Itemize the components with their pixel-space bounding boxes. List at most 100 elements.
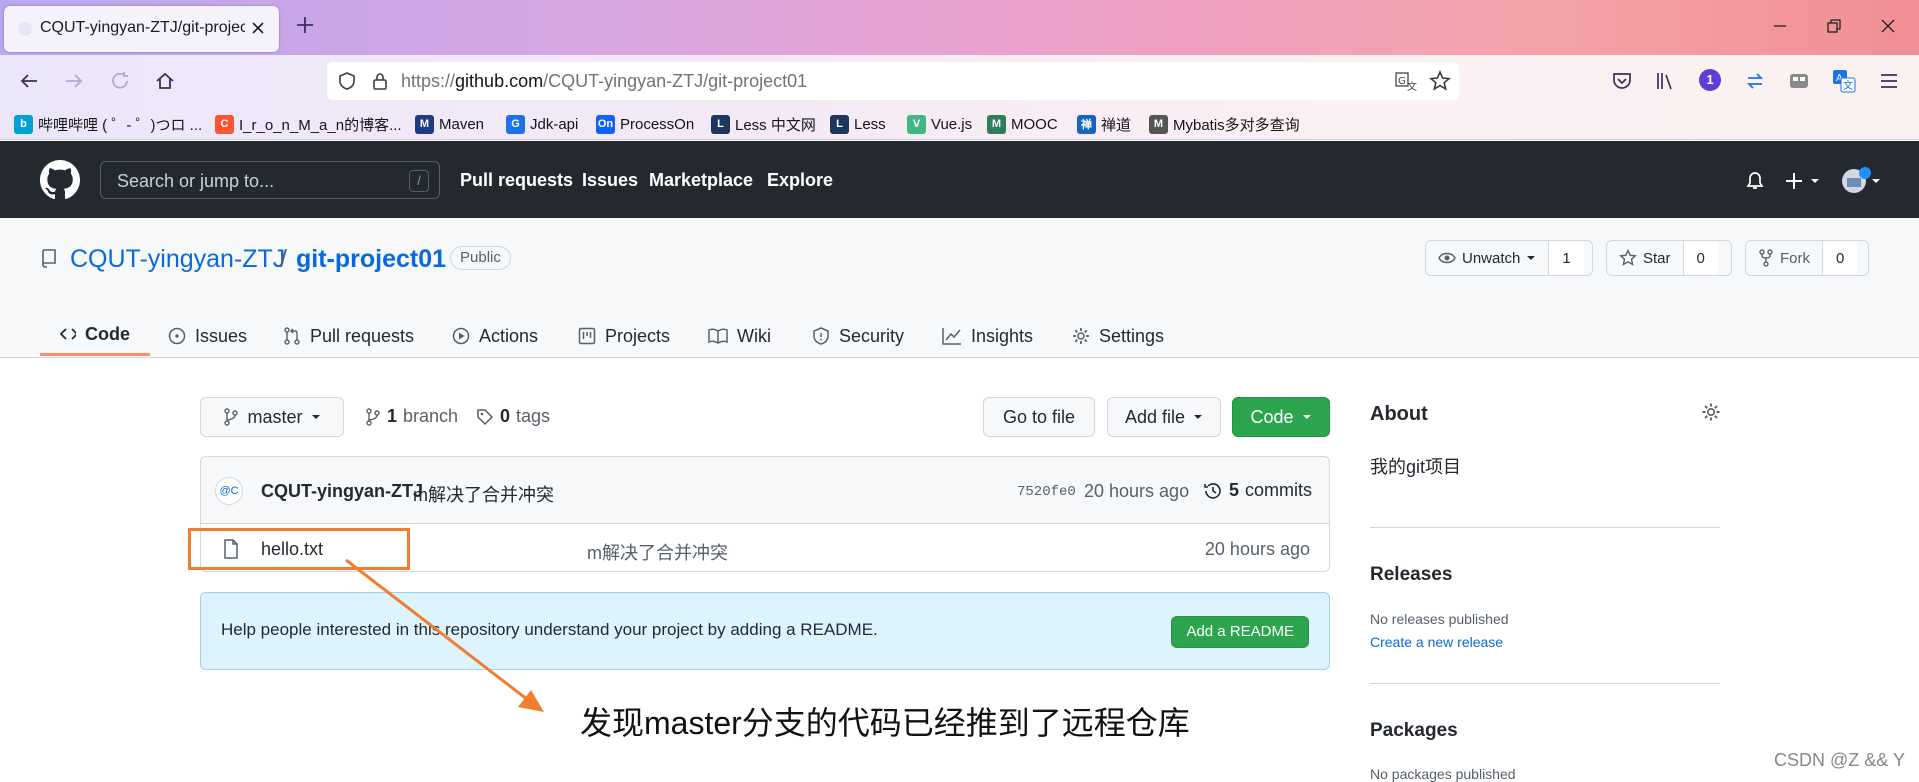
add-readme-button[interactable]: Add a README: [1171, 616, 1309, 648]
tab-security-label: Security: [839, 325, 905, 346]
tag-word: tags: [516, 406, 551, 426]
file-commit-time: 20 hours ago: [1204, 539, 1310, 559]
project-icon: [578, 327, 596, 345]
tab-actions[interactable]: Actions: [452, 315, 538, 357]
restore-icon[interactable]: [1826, 18, 1842, 34]
sync-icon[interactable]: [1744, 70, 1766, 92]
packages-heading[interactable]: Packages: [1370, 720, 1458, 742]
notifications-bell-icon[interactable]: [1744, 170, 1766, 192]
fork-label: Fork: [1780, 249, 1810, 267]
csdn-icon: C: [215, 114, 234, 134]
bookmark-star-icon[interactable]: [1429, 70, 1451, 92]
commits-history-link[interactable]: 5 commits: [1203, 480, 1312, 501]
branches-link[interactable]: 1 branch: [365, 406, 458, 427]
bookmark-item[interactable]: On ProcessOn: [596, 113, 694, 135]
issue-icon: [168, 327, 186, 345]
new-tab-icon[interactable]: [295, 15, 315, 35]
create-new-plus-icon[interactable]: [1784, 170, 1822, 192]
repo-name-link[interactable]: git-project01: [296, 245, 446, 274]
nav-pull-requests[interactable]: Pull requests: [460, 170, 573, 191]
tab-code[interactable]: Code: [40, 315, 150, 356]
forward-icon[interactable]: [63, 70, 85, 92]
repo-path-separator: /: [280, 245, 287, 273]
pull-request-icon: [284, 327, 300, 345]
close-tab-icon[interactable]: [251, 21, 265, 35]
bookmark-item[interactable]: V Vue.js: [907, 113, 972, 135]
repo-description: 我的git项目: [1370, 457, 1462, 477]
less-icon: L: [711, 114, 730, 134]
tab-issues[interactable]: Issues: [168, 315, 247, 357]
home-icon[interactable]: [154, 70, 176, 92]
tab-settings-label: Settings: [1099, 325, 1165, 346]
tab-issues-label: Issues: [195, 325, 248, 346]
extension-icon[interactable]: [1788, 70, 1810, 92]
nav-issues[interactable]: Issues: [582, 170, 638, 191]
commit-message-link[interactable]: m解决了合并冲突: [413, 481, 554, 507]
tab-projects[interactable]: Projects: [578, 315, 670, 357]
bookmark-item[interactable]: 禅禅道: [1077, 113, 1131, 135]
tab-wiki[interactable]: Wiki: [708, 315, 771, 357]
translate-icon[interactable]: G文: [1395, 71, 1417, 91]
tags-link[interactable]: 0 tags: [476, 406, 550, 427]
tab-insights[interactable]: Insights: [942, 315, 1033, 357]
pocket-icon[interactable]: [1611, 70, 1633, 92]
user-avatar-menu[interactable]: [1840, 166, 1882, 196]
tracking-shield-icon[interactable]: [337, 71, 357, 91]
sidebar-divider: [1370, 527, 1720, 528]
menu-icon[interactable]: [1878, 70, 1900, 92]
bookmark-item[interactable]: M Mybatis多对多查询: [1149, 113, 1300, 135]
tab-pull-requests[interactable]: Pull requests: [283, 315, 414, 357]
about-settings-gear-icon[interactable]: [1701, 402, 1721, 422]
releases-heading[interactable]: Releases: [1370, 564, 1452, 586]
graph-icon: [942, 328, 961, 345]
bookmark-item[interactable]: L Less 中文网: [711, 113, 816, 135]
commit-author-link[interactable]: CQUT-yingyan-ZTJ: [261, 481, 423, 502]
back-icon[interactable]: [18, 70, 40, 92]
nav-explore[interactable]: Explore: [767, 170, 833, 191]
url-path: /CQUT-yingyan-ZTJ/git-project01: [543, 71, 808, 91]
bookmark-item[interactable]: b 哔哩哔哩 ( ゜- ゜)つロ ...: [14, 113, 202, 135]
bookmark-item[interactable]: L Less: [830, 113, 886, 135]
star-button[interactable]: Star 0: [1606, 240, 1732, 276]
unwatch-button[interactable]: Unwatch 1: [1425, 240, 1593, 276]
url-text: https://github.com/CQUT-yingyan-ZTJ/git-…: [401, 71, 807, 92]
tab-wiki-label: Wiki: [737, 325, 771, 346]
tab-settings[interactable]: Settings: [1072, 315, 1164, 357]
book-icon: [708, 328, 728, 344]
library-icon[interactable]: [1655, 70, 1677, 92]
translate-extension-icon[interactable]: A文: [1832, 69, 1856, 93]
bookmark-item[interactable]: G Jdk-api: [506, 113, 578, 135]
tab-security[interactable]: Security: [812, 315, 904, 357]
bookmark-item[interactable]: C I_r_o_n_M_a_n的博客...: [215, 113, 402, 135]
add-file-button[interactable]: Add file: [1107, 397, 1221, 437]
latest-commit-bar: @C CQUT-yingyan-ZTJ m解决了合并冲突 7520fe0 20 …: [201, 457, 1329, 524]
commit-sha-link[interactable]: 7520fe0: [1017, 484, 1076, 500]
vue-icon: V: [907, 114, 926, 134]
fork-button[interactable]: Fork 0: [1745, 240, 1869, 276]
repo-owner-link[interactable]: CQUT-yingyan-ZTJ: [70, 245, 285, 274]
account-icon[interactable]: 1: [1699, 69, 1721, 91]
branch-word: branch: [403, 406, 459, 426]
tab-insights-label: Insights: [971, 325, 1034, 346]
minimize-icon[interactable]: [1772, 18, 1788, 34]
lock-icon[interactable]: [371, 71, 389, 91]
fork-count: 0: [1822, 241, 1858, 275]
address-bar[interactable]: https://github.com/CQUT-yingyan-ZTJ/git-…: [327, 62, 1459, 100]
commit-author-avatar[interactable]: @C: [215, 477, 243, 505]
branch-select-button[interactable]: master: [200, 397, 344, 437]
star-icon: [1619, 249, 1637, 266]
reload-icon[interactable]: [109, 70, 131, 92]
less-icon: L: [830, 114, 849, 134]
github-logo-icon[interactable]: [40, 160, 80, 200]
bookmark-label: 禅道: [1101, 116, 1132, 134]
nav-marketplace[interactable]: Marketplace: [649, 170, 753, 191]
github-search-input[interactable]: Search or jump to... /: [100, 161, 440, 199]
bookmark-item[interactable]: M Maven: [415, 113, 484, 135]
create-release-link[interactable]: Create a new release: [1370, 634, 1503, 650]
browser-tab[interactable]: CQUT-yingyan-ZTJ/git-project01: [4, 6, 279, 52]
bookmark-item[interactable]: M MOOC: [987, 113, 1058, 135]
close-window-icon[interactable]: [1880, 18, 1896, 34]
code-download-button[interactable]: Code: [1232, 397, 1330, 437]
file-commit-message[interactable]: m解决了合并冲突: [587, 539, 728, 565]
go-to-file-button[interactable]: Go to file: [983, 397, 1095, 437]
